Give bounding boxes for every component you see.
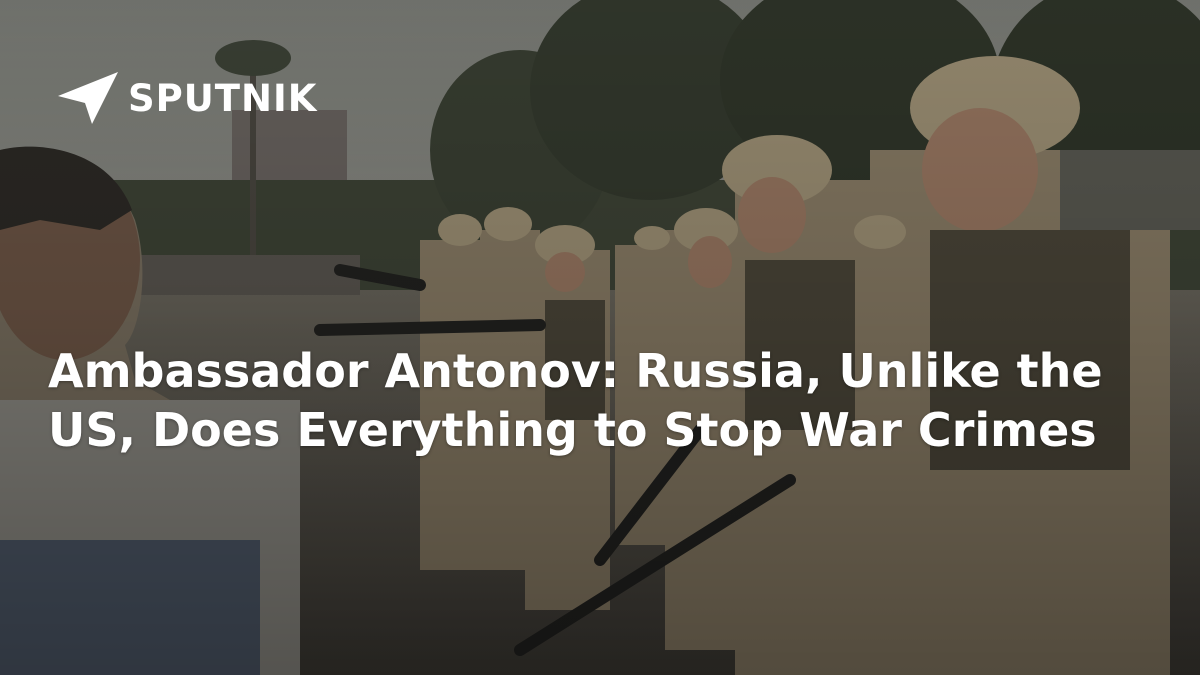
logo-wordmark: SPUTNIK bbox=[128, 76, 318, 120]
sputnik-arrow-icon bbox=[58, 72, 118, 124]
article-headline: Ambassador Antonov: Russia, Unlike the U… bbox=[48, 344, 1103, 457]
sputnik-logo[interactable]: SPUTNIK bbox=[58, 70, 317, 126]
article-share-card: SPUTNIK Ambassador Antonov: Russia, Unli… bbox=[0, 0, 1200, 675]
